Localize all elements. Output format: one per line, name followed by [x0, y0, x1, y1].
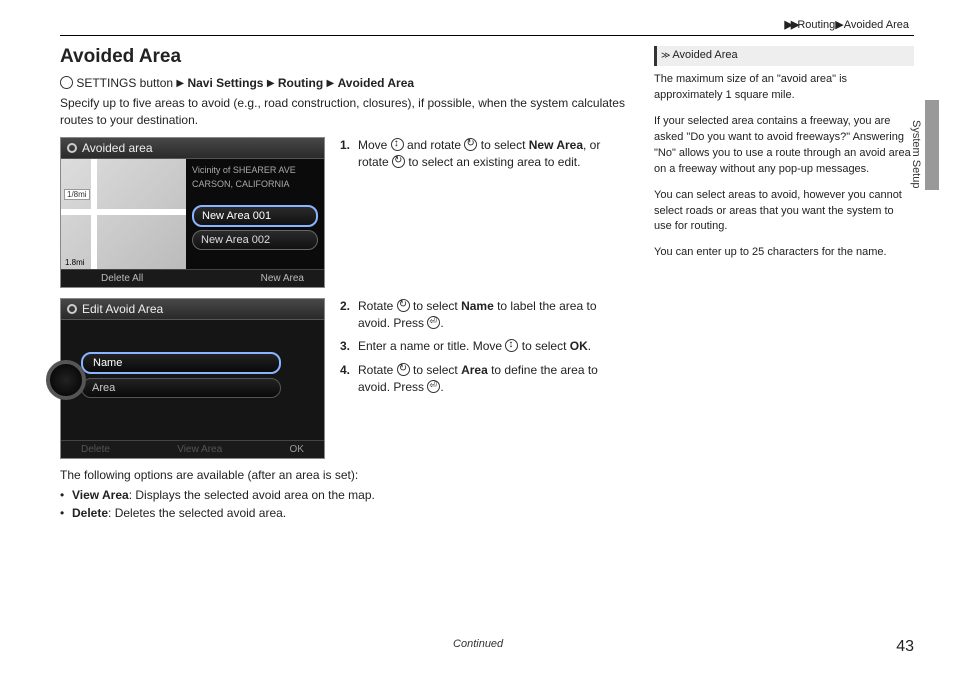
sidebar-header-text: Avoided Area [672, 48, 737, 64]
ss2-delete-button[interactable]: Delete [81, 444, 110, 455]
step-text: to select [410, 299, 461, 313]
bullet-bold: View Area [72, 488, 129, 502]
sidebar-p3: You can select areas to avoid, however y… [654, 188, 914, 236]
bullet-delete: Delete: Deletes the selected avoid area. [60, 506, 629, 520]
ss1-map: 1/8mi 1.8mi [61, 159, 186, 269]
breadcrumb-sep: ▶ [835, 19, 843, 31]
ss1-scale-top: 1/8mi [64, 189, 90, 200]
ss1-header-text: Avoided area [82, 141, 153, 155]
ss1-vicinity2: CARSON, CALIFORNIA [186, 177, 324, 192]
divider [60, 35, 914, 36]
settings-button-icon [60, 76, 73, 89]
gear-icon [67, 143, 77, 153]
nav-item-navi: Navi Settings [187, 76, 263, 90]
ss1-header: Avoided area [61, 138, 324, 159]
breadcrumb: ▶▶Routing▶Avoided Area [60, 18, 914, 31]
ss1-scale-bottom: 1.8mi [65, 258, 85, 267]
bullet-bold: Delete [72, 506, 108, 520]
step-text: Rotate [358, 363, 397, 377]
step-bold: New Area [529, 138, 583, 152]
sidebar-p2: If your selected area contains a freeway… [654, 114, 914, 178]
page-title: Avoided Area [60, 46, 629, 68]
dial-icon [46, 360, 86, 400]
after-text: The following options are available (aft… [60, 467, 629, 484]
breadcrumb-part1: Routing [797, 19, 835, 31]
press-icon [427, 380, 440, 393]
screenshot-avoided-area: Avoided area 1/8mi 1.8mi Vicinity of SHE… [60, 137, 325, 288]
chevron-right-icon: ▶ [327, 78, 335, 89]
ss1-delete-all-button[interactable]: Delete All [101, 273, 143, 284]
ss2-ok-button[interactable]: OK [290, 444, 304, 455]
joystick-updown-icon [391, 138, 404, 151]
ss2-area-field[interactable]: Area [81, 378, 281, 398]
bullet-text: : Displays the selected avoid area on th… [129, 488, 375, 502]
step-text: Enter a name or title. Move [358, 339, 505, 353]
step-1: 1. Move and rotate to select New Area, o… [340, 137, 629, 172]
step-bold: Name [461, 299, 494, 313]
sidebar-p1: The maximum size of an "avoid area" is a… [654, 72, 914, 104]
dial-rotate-icon [392, 155, 405, 168]
page-number: 43 [896, 638, 914, 656]
ss1-new-area-button[interactable]: New Area [261, 273, 304, 284]
step-text: to select [477, 138, 528, 152]
ss2-header: Edit Avoid Area [61, 299, 324, 320]
step-text: to select [518, 339, 569, 353]
step-text: . [440, 316, 443, 330]
section-tab-label: System Setup [910, 120, 922, 188]
step-3: 3. Enter a name or title. Move to select… [340, 338, 629, 355]
gear-icon [67, 304, 77, 314]
step-text: to select an existing area to edit. [405, 155, 580, 169]
screenshot-edit-avoid-area: Edit Avoid Area Name Area Delete View Ar… [60, 298, 325, 459]
dial-rotate-icon [397, 363, 410, 376]
step-text: to select [410, 363, 461, 377]
step-text: . [440, 380, 443, 394]
ss2-name-field[interactable]: Name [81, 352, 281, 374]
chevron-right-icon: ▶ [267, 78, 275, 89]
ss1-vicinity1: Vicinity of SHEARER AVE [186, 163, 324, 178]
chevron-right-icon: ▶ [176, 78, 184, 89]
breadcrumb-part2: Avoided Area [844, 19, 909, 31]
chevron-icon: ≫ [661, 49, 668, 62]
nav-path: SETTINGS button ▶ Navi Settings ▶ Routin… [60, 76, 629, 90]
nav-settings-label: SETTINGS button [76, 76, 173, 90]
intro-text: Specify up to five areas to avoid (e.g.,… [60, 95, 629, 129]
ss2-header-text: Edit Avoid Area [82, 302, 163, 316]
bullet-text: : Deletes the selected avoid area. [108, 506, 286, 520]
sidebar-header: ≫ Avoided Area [654, 46, 914, 66]
step-text: and rotate [404, 138, 465, 152]
ss2-view-area-button[interactable]: View Area [177, 444, 222, 455]
dial-rotate-icon [397, 299, 410, 312]
step-text: Rotate [358, 299, 397, 313]
sidebar-p4: You can enter up to 25 characters for th… [654, 245, 914, 261]
nav-item-routing: Routing [278, 76, 323, 90]
dial-rotate-icon [464, 138, 477, 151]
breadcrumb-arrows: ▶▶ [784, 19, 797, 31]
step-text: Move [358, 138, 391, 152]
section-tab [925, 100, 939, 190]
step-bold: OK [570, 339, 588, 353]
step-text: . [588, 339, 591, 353]
step-2: 2. Rotate to select Name to label the ar… [340, 298, 629, 333]
step-4: 4. Rotate to select Area to define the a… [340, 362, 629, 397]
step-bold: Area [461, 363, 488, 377]
bullet-view-area: View Area: Displays the selected avoid a… [60, 488, 629, 502]
press-icon [427, 316, 440, 329]
joystick-updown-icon [505, 339, 518, 352]
ss1-list-item[interactable]: New Area 001 [192, 205, 318, 227]
continued-label: Continued [60, 638, 896, 656]
ss1-list-item[interactable]: New Area 002 [192, 230, 318, 250]
nav-item-avoided: Avoided Area [338, 76, 414, 90]
